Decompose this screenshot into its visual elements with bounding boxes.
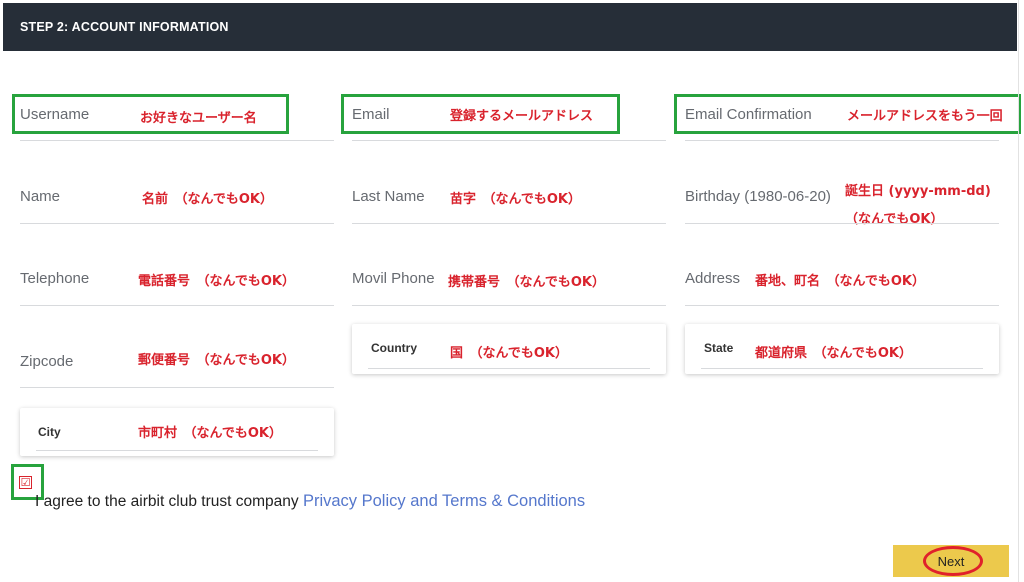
state-underline	[701, 368, 983, 369]
agree-checkbox[interactable]: ☑	[19, 476, 32, 489]
telephone-note: 電話番号 （なんでもOK）	[138, 274, 295, 289]
username-highlight-box	[12, 94, 289, 134]
country-label: Country	[371, 341, 417, 355]
email-underline	[352, 140, 666, 141]
country-underline	[368, 368, 650, 369]
state-label: State	[704, 341, 734, 355]
zipcode-label: Zipcode	[20, 353, 74, 370]
birthday-label: Birthday (1980-06-20)	[685, 188, 831, 205]
address-note: 番地、町名 （なんでもOK）	[755, 274, 925, 289]
city-label: City	[38, 425, 61, 439]
movil-phone-underline	[352, 305, 666, 306]
telephone-underline	[20, 305, 334, 306]
zipcode-field[interactable]: Zipcode 郵便番号 （なんでもOK）	[20, 342, 334, 390]
address-label: Address	[685, 270, 741, 287]
state-note: 都道府県 （なんでもOK）	[755, 346, 912, 361]
name-field[interactable]: Name 名前 （なんでもOK）	[20, 178, 334, 226]
last-name-field[interactable]: Last Name 苗字 （なんでもOK）	[352, 178, 666, 226]
telephone-label: Telephone	[20, 270, 90, 287]
email-highlight-box	[341, 94, 620, 134]
movil-phone-note: 携帯番号 （なんでもOK）	[448, 275, 605, 290]
email-confirmation-underline	[685, 140, 999, 141]
telephone-field[interactable]: Telephone 電話番号 （なんでもOK）	[20, 260, 334, 308]
address-field[interactable]: Address 番地、町名 （なんでもOK）	[685, 260, 999, 308]
agreement-text: I agree to the airbit club trust company…	[35, 492, 585, 511]
movil-phone-label: Movil Phone	[352, 270, 435, 287]
birthday-note-line2: （なんでもOK）	[845, 212, 944, 227]
city-select[interactable]: City 市町村 （なんでもOK）	[20, 408, 334, 456]
name-label: Name	[20, 188, 61, 205]
step-title: STEP 2: ACCOUNT INFORMATION	[20, 20, 229, 34]
address-underline	[685, 305, 999, 306]
birthday-note-line1: 誕生日 (yyyy-mm-dd)	[845, 184, 991, 199]
country-note: 国 （なんでもOK）	[450, 346, 568, 361]
city-note: 市町村 （なんでもOK）	[138, 426, 282, 441]
birthday-underline	[685, 223, 999, 224]
privacy-terms-link[interactable]: Privacy Policy and Terms & Conditions	[303, 492, 585, 510]
right-edge-divider	[1018, 0, 1019, 582]
name-note: 名前 （なんでもOK）	[142, 192, 273, 207]
email-confirmation-highlight-box	[674, 94, 1021, 134]
name-underline	[20, 223, 334, 224]
state-select[interactable]: State 都道府県 （なんでもOK）	[685, 324, 999, 374]
last-name-note: 苗字 （なんでもOK）	[450, 192, 581, 207]
city-underline	[36, 450, 318, 451]
birthday-field[interactable]: Birthday (1980-06-20) 誕生日 (yyyy-mm-dd) （…	[685, 178, 1019, 227]
country-select[interactable]: Country 国 （なんでもOK）	[352, 324, 666, 374]
zipcode-underline	[20, 387, 334, 388]
agreement-statement: I agree to the airbit club trust company	[35, 493, 303, 510]
username-underline	[20, 140, 334, 141]
last-name-label: Last Name	[352, 188, 425, 205]
step-header: STEP 2: ACCOUNT INFORMATION	[3, 3, 1017, 51]
next-button[interactable]: Next	[893, 545, 1009, 577]
last-name-underline	[352, 223, 666, 224]
zipcode-note: 郵便番号 （なんでもOK）	[138, 353, 295, 368]
movil-phone-field[interactable]: Movil Phone 携帯番号 （なんでもOK）	[352, 260, 666, 308]
next-button-label: Next	[937, 554, 965, 569]
